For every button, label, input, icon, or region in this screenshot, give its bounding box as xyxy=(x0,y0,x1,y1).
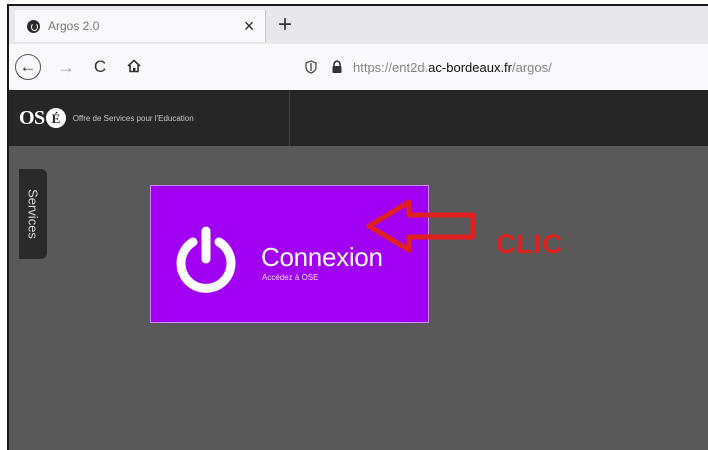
services-label: Services xyxy=(25,189,41,239)
main-content: Services Connexion Accédez à OSE CLIC xyxy=(9,146,708,450)
tab-close-button[interactable]: × xyxy=(239,16,259,36)
tab-title: Argos 2.0 xyxy=(48,19,100,33)
argos-logo-icon xyxy=(27,19,40,33)
brand[interactable]: OS É Offre de Services pour l'Education xyxy=(9,90,290,146)
logo-text: OS xyxy=(19,106,45,129)
browser-tab[interactable]: Argos 2.0 × xyxy=(15,10,266,42)
navigation-bar: ← → C https://ent2d.ac-bordeaux.fr/argos… xyxy=(9,44,708,91)
power-icon xyxy=(176,226,236,293)
back-button[interactable]: ← xyxy=(15,54,41,80)
url-text: https://ent2d.ac-bordeaux.fr/argos/ xyxy=(353,60,552,75)
url-host: ac-bordeaux.fr xyxy=(428,59,512,75)
site-header: OS É Offre de Services pour l'Education xyxy=(9,90,708,146)
shield-icon xyxy=(305,60,317,74)
reload-button[interactable]: C xyxy=(87,54,113,80)
logo-e-badge: É xyxy=(45,108,66,128)
arrow-left-icon xyxy=(366,199,476,253)
url-bar[interactable]: https://ent2d.ac-bordeaux.fr/argos/ xyxy=(293,52,708,82)
tagline: Offre de Services pour l'Education xyxy=(72,113,194,123)
url-prefix: https://ent2d. xyxy=(353,59,429,75)
services-sidebar-tab[interactable]: Services xyxy=(19,169,47,259)
home-icon xyxy=(127,59,141,73)
clic-annotation: CLIC xyxy=(496,229,563,259)
home-button[interactable] xyxy=(121,54,147,80)
ose-logo: OS É xyxy=(19,107,66,130)
login-sublabel: Accédez à OSE xyxy=(262,273,319,282)
lock-icon xyxy=(332,60,342,73)
screenshot-frame: Argos 2.0 × + ← → C https://ent2d.ac-bor xyxy=(7,4,708,450)
url-path: /argos/ xyxy=(512,59,552,75)
tab-strip: Argos 2.0 × + xyxy=(9,6,708,44)
forward-button[interactable]: → xyxy=(53,54,79,80)
new-tab-button[interactable]: + xyxy=(271,12,299,40)
